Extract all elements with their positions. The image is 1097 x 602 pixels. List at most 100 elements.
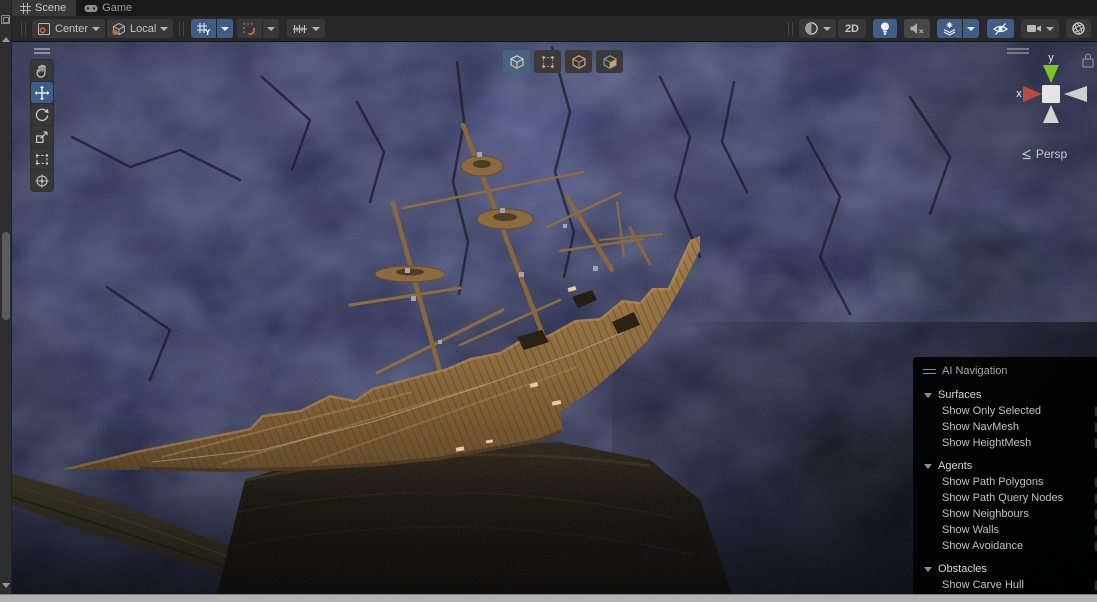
section-label: Agents bbox=[938, 459, 973, 472]
pivot-mode-dropdown[interactable]: Center bbox=[32, 19, 106, 38]
orientation-gizmo: y x Persp bbox=[997, 44, 1097, 161]
toggle-label: Show NavMesh bbox=[942, 421, 1020, 433]
overlay-drag-handle[interactable] bbox=[1007, 48, 1029, 54]
toggle-show-navmesh[interactable]: Show NavMesh bbox=[923, 419, 1097, 435]
grid-y-icon: Y bbox=[197, 22, 211, 36]
toggle-show-heightmesh[interactable]: Show HeightMesh bbox=[923, 435, 1097, 451]
axis-y-cone[interactable] bbox=[1043, 65, 1059, 83]
toggle-label: Show Path Query Nodes bbox=[942, 492, 1064, 504]
gizmo-center-cube[interactable] bbox=[1042, 85, 1060, 103]
chevron-down-icon bbox=[822, 26, 831, 31]
toggle-show-path-query-nodes[interactable]: Show Path Query Nodes bbox=[923, 490, 1097, 506]
rotate-icon bbox=[35, 108, 49, 121]
snap-to-grid-dropdown[interactable] bbox=[263, 19, 280, 38]
svg-text:Y: Y bbox=[205, 28, 211, 36]
projection-toggle[interactable]: Persp bbox=[997, 147, 1097, 161]
foldout-surfaces[interactable]: Surfaces bbox=[923, 386, 1097, 403]
speaker-muted-icon bbox=[910, 23, 924, 34]
effects-toggle[interactable] bbox=[937, 19, 962, 38]
unity-editor-window: Scene Game Center Local Y 2D y x Persp A… bbox=[0, 0, 1097, 602]
foldout-agents[interactable]: Agents bbox=[923, 457, 1097, 474]
vertical-scrollbar-thumb[interactable] bbox=[2, 232, 10, 320]
toolbar-separator bbox=[21, 21, 26, 36]
axis-right-cone[interactable] bbox=[1064, 86, 1087, 102]
toggle-2d-button[interactable]: 2D bbox=[837, 19, 866, 38]
cube-wire-button[interactable] bbox=[565, 50, 592, 73]
foldout-arrow-icon bbox=[924, 392, 932, 398]
toggle-show-neighbours[interactable]: Show Neighbours bbox=[923, 506, 1097, 522]
orientation-dropdown[interactable]: Local bbox=[107, 19, 174, 38]
effects-icon bbox=[943, 22, 956, 36]
cube-shaded-button[interactable] bbox=[503, 50, 530, 73]
tools-overlay bbox=[30, 48, 54, 192]
toggle-show-avoidance[interactable]: Show Avoidance bbox=[923, 538, 1097, 554]
component-gizmos-button[interactable] bbox=[1066, 19, 1091, 38]
left-edge-strip bbox=[0, 0, 12, 594]
axis-x-cone[interactable] bbox=[1023, 86, 1042, 102]
ruler-icon bbox=[293, 24, 308, 33]
audio-mute-toggle[interactable] bbox=[904, 19, 930, 38]
snap-to-grid-button[interactable] bbox=[237, 19, 263, 38]
dock-window-icon[interactable] bbox=[1, 15, 10, 24]
shading-mode-dropdown[interactable] bbox=[798, 19, 836, 38]
orbit-icon bbox=[1072, 22, 1085, 35]
rect-handles-icon bbox=[541, 55, 554, 68]
scene-visibility-toggle[interactable] bbox=[987, 19, 1014, 38]
ai-navigation-panel: AI Navigation Surfaces Show Only Selecte… bbox=[913, 357, 1097, 594]
toggle-label: Show Carve Hull bbox=[942, 579, 1024, 591]
ai-navigation-title-row[interactable]: AI Navigation bbox=[923, 362, 1097, 380]
cube-shaded-icon bbox=[509, 54, 524, 69]
foldout-obstacles[interactable]: Obstacles bbox=[923, 560, 1097, 577]
rect-tool-icon bbox=[35, 153, 49, 165]
rect-handles-button[interactable] bbox=[534, 50, 561, 73]
lock-icon[interactable] bbox=[1082, 53, 1094, 68]
rotate-tool-button[interactable] bbox=[31, 104, 53, 125]
toggle-label: Show Neighbours bbox=[942, 508, 1029, 520]
shaded-sphere-icon bbox=[805, 22, 818, 35]
bulb-icon bbox=[881, 22, 889, 36]
move-tool-button[interactable] bbox=[31, 82, 53, 103]
toggle-label: Show Path Polygons bbox=[942, 476, 1044, 488]
scale-icon bbox=[35, 130, 48, 143]
toolbar-separator bbox=[787, 21, 793, 36]
chevron-down-icon bbox=[160, 26, 169, 31]
section-label: Obstacles bbox=[938, 562, 987, 575]
grid-visibility-button[interactable]: Y bbox=[191, 19, 217, 38]
toggle-show-path-polygons[interactable]: Show Path Polygons bbox=[923, 474, 1097, 490]
effects-dropdown[interactable] bbox=[963, 19, 979, 38]
cube-face-icon bbox=[602, 54, 617, 69]
snap-increment-dropdown[interactable] bbox=[287, 19, 326, 38]
camera-icon bbox=[1027, 25, 1041, 32]
transform-tool-button[interactable] bbox=[31, 170, 53, 191]
grid-visibility-dropdown[interactable] bbox=[217, 19, 234, 38]
view-tab-bar: Scene Game bbox=[12, 0, 1097, 16]
tab-game[interactable]: Game bbox=[76, 0, 142, 16]
toggle-show-walls[interactable]: Show Walls bbox=[923, 522, 1097, 538]
tab-scene[interactable]: Scene bbox=[12, 0, 77, 16]
scroll-up-arrow[interactable] bbox=[2, 37, 10, 42]
cube-wire-icon bbox=[571, 54, 586, 69]
status-bar bbox=[0, 594, 1097, 602]
scene-camera-dropdown[interactable] bbox=[1021, 19, 1059, 38]
eye-hidden-icon bbox=[993, 22, 1008, 35]
magnet-icon bbox=[243, 22, 256, 35]
overlay-drag-handle[interactable] bbox=[923, 368, 936, 374]
perspective-icon bbox=[1021, 148, 1031, 159]
scene-lighting-toggle[interactable] bbox=[873, 19, 897, 38]
toggle-show-only-selected[interactable]: Show Only Selected bbox=[923, 403, 1097, 419]
toggle-label: Show Avoidance bbox=[942, 540, 1024, 552]
overlay-drag-handle[interactable] bbox=[34, 48, 50, 54]
scroll-down-arrow[interactable] bbox=[2, 583, 10, 588]
cube-face-button[interactable] bbox=[596, 50, 623, 73]
tab-game-label: Game bbox=[102, 2, 133, 14]
pivot-mode-label: Center bbox=[55, 22, 89, 35]
view-tool-button[interactable] bbox=[31, 60, 53, 81]
gizmo-axes[interactable]: y x bbox=[997, 44, 1097, 140]
axis-bottom-cone[interactable] bbox=[1043, 105, 1059, 123]
transform-icon bbox=[35, 174, 49, 187]
toolbar-separator bbox=[179, 21, 185, 36]
toggle-show-carve-hull[interactable]: Show Carve Hull bbox=[923, 577, 1097, 593]
rect-tool-button[interactable] bbox=[31, 148, 53, 169]
scale-tool-button[interactable] bbox=[31, 126, 53, 147]
2d-label: 2D bbox=[844, 22, 859, 35]
